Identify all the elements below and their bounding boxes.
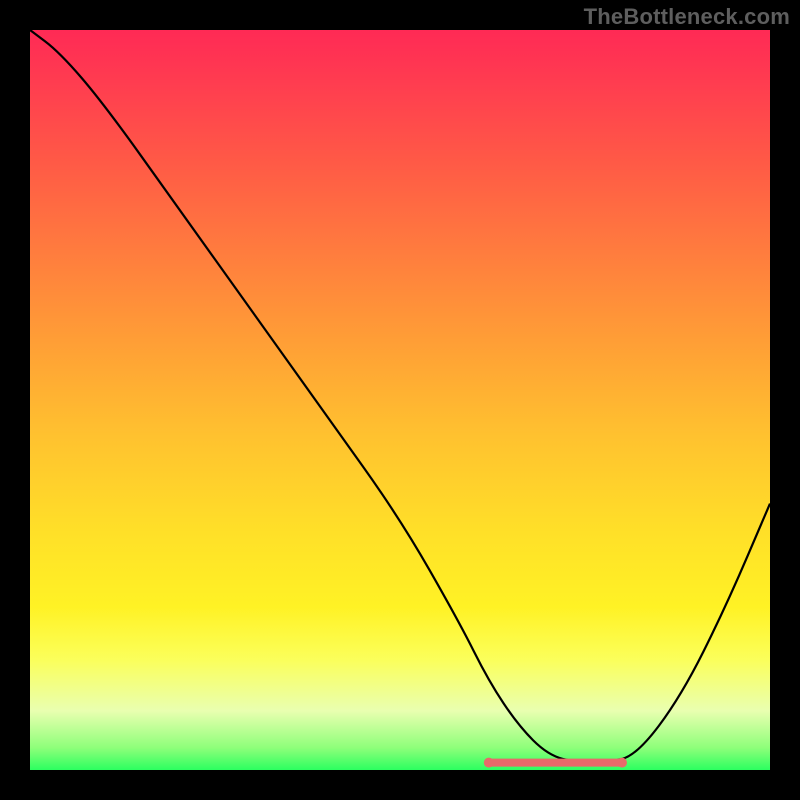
bottleneck-curve [30, 30, 770, 763]
curve-overlay [30, 30, 770, 770]
chart-frame: TheBottleneck.com [0, 0, 800, 800]
plot-area [30, 30, 770, 770]
watermark-text: TheBottleneck.com [584, 4, 790, 30]
optimal-flat-left-cap [484, 758, 494, 768]
optimal-flat-right-cap [617, 758, 627, 768]
